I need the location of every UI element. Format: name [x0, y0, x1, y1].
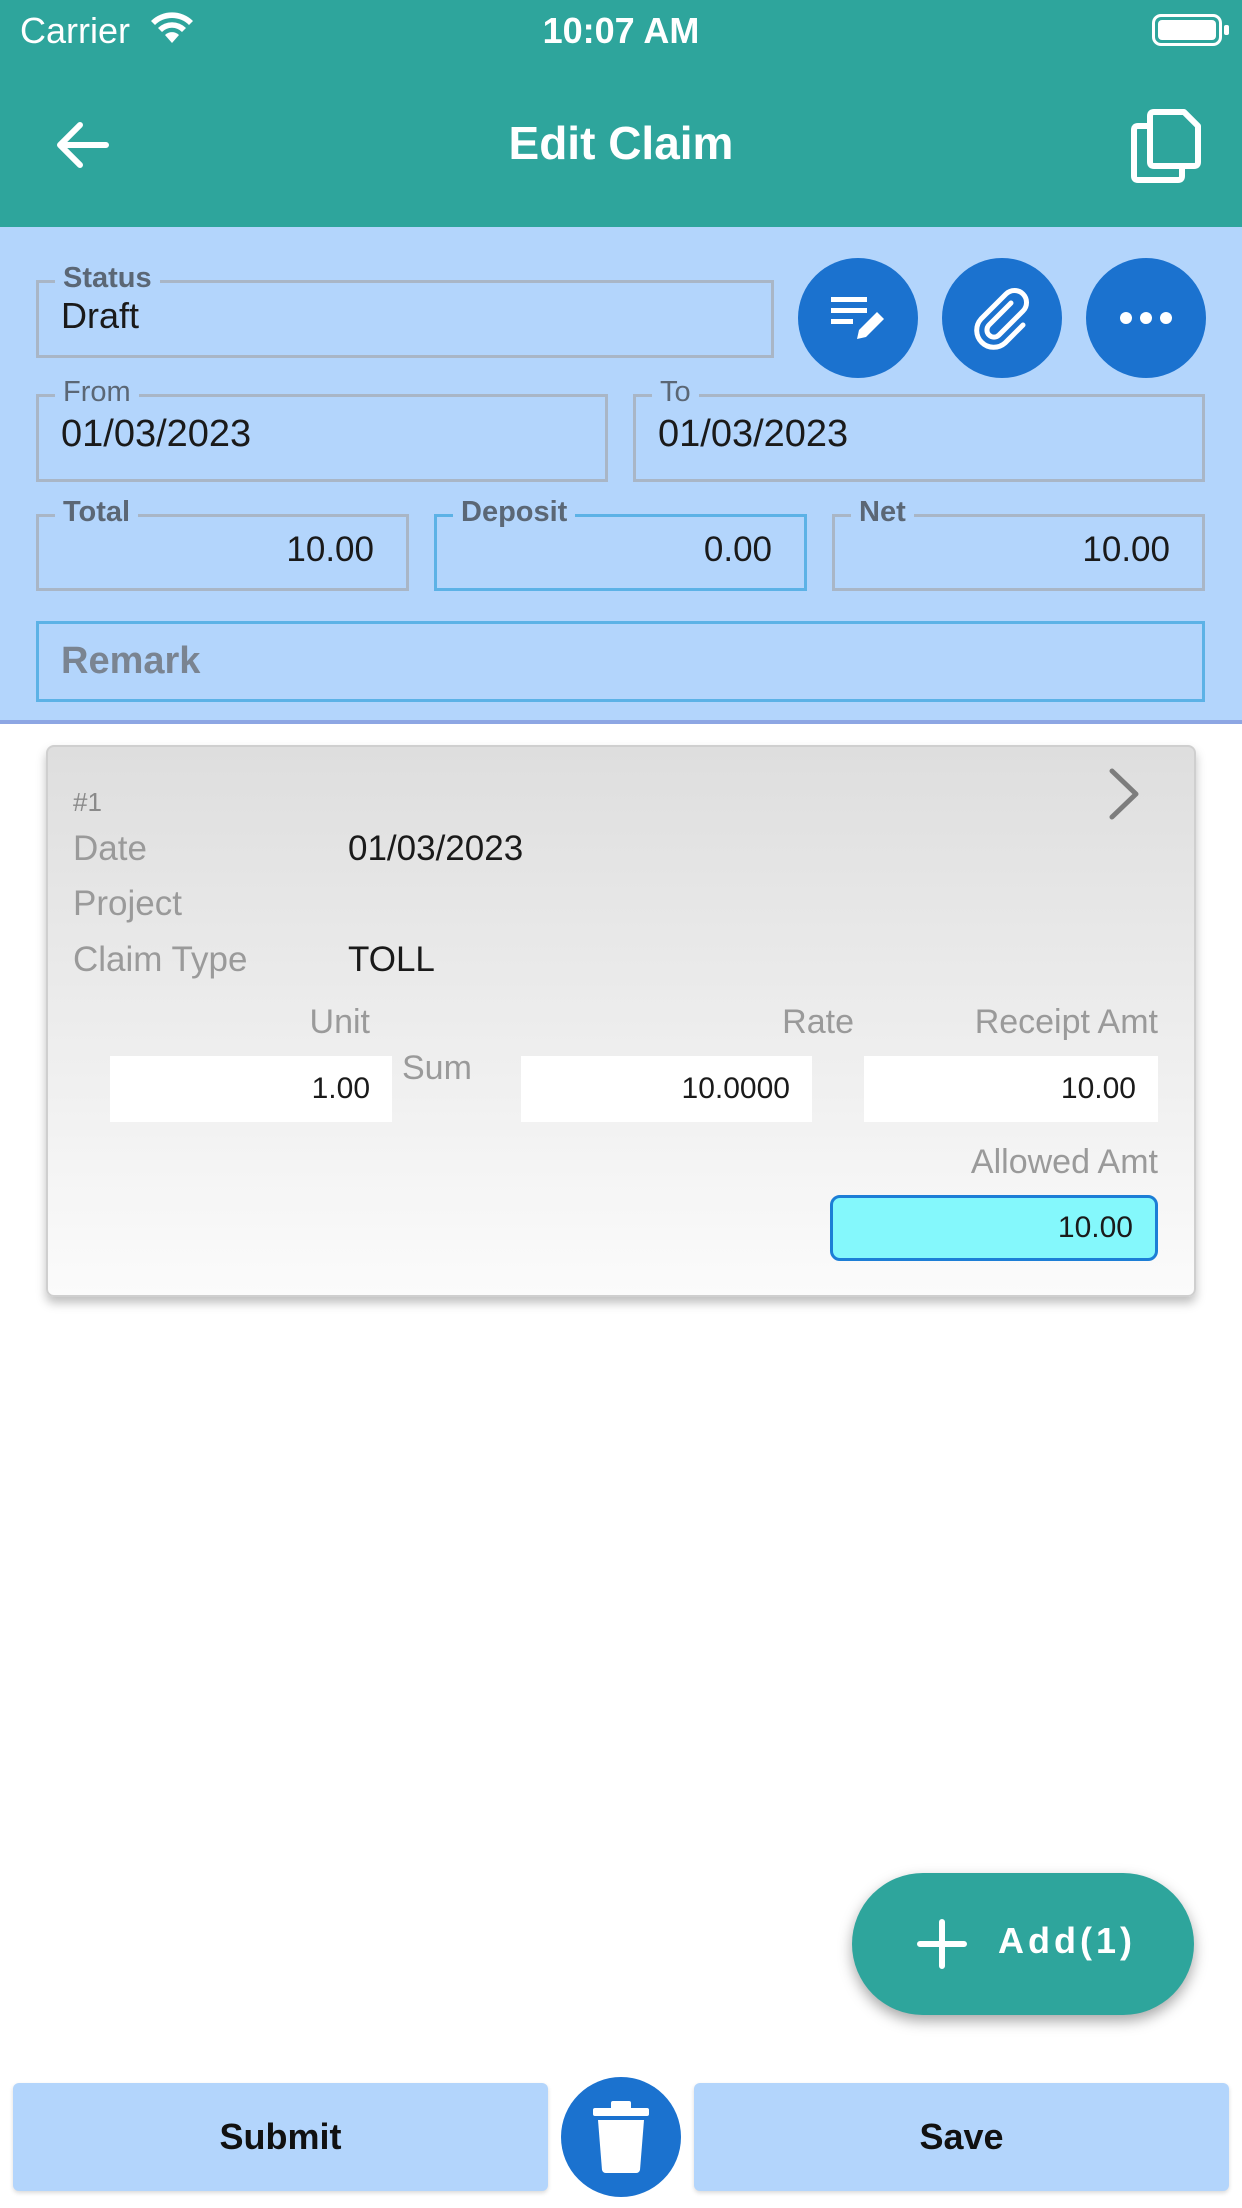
unit-label: Unit	[309, 1003, 370, 1041]
claim-header-form: Status Draft From 01/03/2023 To 01/03/20…	[0, 227, 1242, 724]
chevron-right-icon[interactable]	[1104, 765, 1144, 823]
claim-type-label: Claim Type	[73, 940, 248, 979]
net-value: 10.00	[1082, 530, 1170, 569]
more-button[interactable]	[1086, 258, 1206, 378]
to-value: 01/03/2023	[658, 413, 849, 455]
plus-icon	[917, 1919, 967, 1969]
rate-input[interactable]: 10.0000	[521, 1056, 812, 1122]
claim-item-card[interactable]: #1 Date 01/03/2023 Project Claim Type TO…	[46, 745, 1196, 1297]
status-time: 10:07 AM	[542, 10, 700, 51]
total-value: 10.00	[286, 530, 374, 569]
deposit-value: 0.00	[703, 530, 772, 569]
app-bar: Edit Claim	[0, 62, 1242, 227]
add-item-button[interactable]: Add(1)	[852, 1873, 1194, 2015]
claim-type-value: TOLL	[348, 940, 435, 979]
net-label: Net	[851, 494, 914, 530]
top-bar: Carrier 10:07 AM Edit Claim	[0, 0, 1242, 227]
status-label: Status	[55, 260, 160, 296]
copy-icon[interactable]	[1126, 104, 1206, 184]
item-index: #1	[73, 787, 102, 817]
remark-placeholder: Remark	[61, 640, 201, 682]
total-field: Total 10.00	[36, 494, 409, 591]
status-bar: Carrier 10:07 AM	[0, 0, 1242, 62]
edit-notes-button[interactable]	[798, 258, 918, 378]
submit-button[interactable]: Submit	[13, 2083, 548, 2191]
from-value: 01/03/2023	[61, 413, 252, 455]
to-date-field[interactable]: To 01/03/2023	[633, 374, 1205, 482]
deposit-field[interactable]: Deposit 0.00	[434, 494, 807, 591]
unit-input[interactable]: 1.00	[110, 1056, 392, 1122]
battery-icon	[1152, 14, 1229, 46]
receipt-amt-label: Receipt Amt	[974, 1003, 1158, 1041]
total-label: Total	[55, 494, 139, 530]
project-label: Project	[73, 884, 182, 923]
paperclip-icon	[974, 288, 1029, 350]
to-label: To	[652, 374, 699, 410]
more-horizontal-icon	[1120, 312, 1172, 324]
from-date-field[interactable]: From 01/03/2023	[36, 374, 608, 482]
from-label: From	[55, 374, 139, 410]
delete-button[interactable]	[561, 2077, 681, 2197]
page-title: Edit Claim	[508, 117, 734, 169]
trash-icon	[593, 2101, 649, 2173]
edit-notes-icon	[831, 297, 884, 339]
status-field: Status Draft	[36, 260, 774, 358]
allowed-amt-label: Allowed Amt	[970, 1143, 1158, 1181]
sum-label: Sum	[402, 1049, 472, 1087]
date-value: 01/03/2023	[348, 829, 524, 868]
receipt-amt-input[interactable]: 10.00	[864, 1056, 1158, 1122]
status-value: Draft	[61, 295, 140, 336]
rate-label: Rate	[782, 1003, 854, 1041]
add-item-label: Add(1)	[998, 1920, 1136, 1961]
save-button[interactable]: Save	[694, 2083, 1229, 2191]
deposit-label: Deposit	[453, 494, 576, 530]
allowed-amt-input[interactable]: 10.00	[830, 1195, 1158, 1261]
net-field: Net 10.00	[832, 494, 1205, 591]
remark-input[interactable]: Remark	[36, 621, 1205, 702]
attach-button[interactable]	[942, 258, 1062, 378]
date-label: Date	[73, 829, 147, 868]
